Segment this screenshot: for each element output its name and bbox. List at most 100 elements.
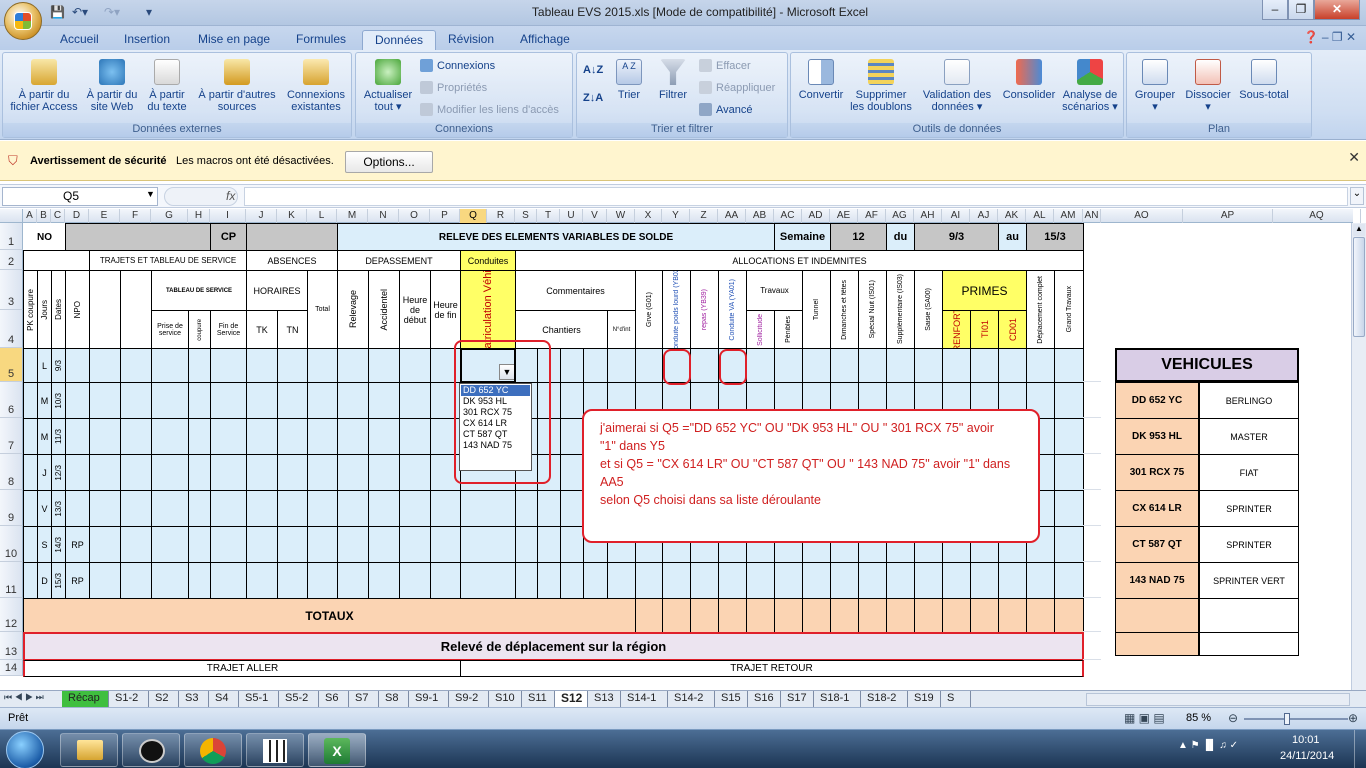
du-label[interactable]: du <box>886 223 915 251</box>
column-header[interactable]: AD <box>802 209 830 223</box>
row-header[interactable]: 9 <box>0 490 23 526</box>
data-cell[interactable] <box>635 562 663 599</box>
npo-cell[interactable]: RP <box>65 562 90 599</box>
remove-duplicates-button[interactable]: Supprimer les doublons <box>849 59 913 113</box>
jour-cell[interactable]: D <box>37 562 52 599</box>
npo-cell[interactable] <box>65 418 90 455</box>
data-cell[interactable] <box>246 454 278 491</box>
group-button[interactable]: Grouper ▾ <box>1129 59 1181 113</box>
data-cell[interactable] <box>188 454 211 491</box>
column-header[interactable]: AE <box>830 209 858 223</box>
data-cell[interactable] <box>277 348 308 383</box>
sheet-tab[interactable]: S14-1 <box>621 691 668 707</box>
data-cell[interactable] <box>120 418 152 455</box>
from-web-button[interactable]: À partir du site Web <box>83 59 141 113</box>
empty-cell[interactable] <box>1083 454 1101 490</box>
data-cell[interactable] <box>337 418 369 455</box>
sort-za-button[interactable]: Z↓A <box>583 89 603 107</box>
total-cell[interactable] <box>802 598 831 633</box>
data-cell[interactable] <box>830 348 859 383</box>
from-access-button[interactable]: À partir du fichier Access <box>7 59 81 113</box>
data-cell[interactable] <box>246 382 278 419</box>
data-cell[interactable] <box>120 348 152 383</box>
column-header[interactable]: AM <box>1054 209 1083 223</box>
name-box-dropdown-icon[interactable]: ▼ <box>146 189 155 199</box>
dropdown-option[interactable]: 143 NAD 75 <box>461 440 530 451</box>
grand-travaux[interactable]: Grand Travaux <box>1054 270 1084 349</box>
data-cell[interactable] <box>368 490 400 527</box>
tray-icons[interactable]: ▲ ⚑ ▐▌ ♫ ✓ <box>1178 740 1238 751</box>
immatriculation-header[interactable]: Immatriculation Véhicule <box>460 270 516 349</box>
immat-cell[interactable] <box>460 490 516 527</box>
zoom-thumb[interactable] <box>1284 713 1290 725</box>
data-cell[interactable] <box>307 562 338 599</box>
pk-cell[interactable] <box>23 454 38 491</box>
repas[interactable]: repas (YB39) <box>690 270 719 349</box>
supplementaire[interactable]: Supplémentaire (IS03) <box>886 270 915 349</box>
pk-cell[interactable] <box>23 418 38 455</box>
total-cell[interactable] <box>886 598 915 633</box>
vehicle-model[interactable]: FIAT <box>1199 454 1299 491</box>
dropdown-option[interactable]: 301 RCX 75 <box>461 407 530 418</box>
column-header[interactable]: G <box>151 209 188 223</box>
zoom-level[interactable]: 85 % <box>1186 712 1211 724</box>
data-cell[interactable] <box>830 562 859 599</box>
vehicle-model-empty[interactable] <box>1199 632 1299 656</box>
data-cell[interactable] <box>246 526 278 563</box>
data-cell[interactable] <box>277 418 308 455</box>
expand-formula-icon[interactable]: ⌄ <box>1350 187 1364 205</box>
data-cell[interactable] <box>120 454 152 491</box>
total-cell[interactable] <box>942 598 971 633</box>
total-cell[interactable] <box>690 598 719 633</box>
depassement-header[interactable]: DEPASSEMENT <box>337 250 461 271</box>
column-header[interactable]: W <box>607 209 635 223</box>
sheet-tab[interactable]: S9-1 <box>409 691 449 707</box>
row-header[interactable]: 2 <box>0 250 23 270</box>
data-cell[interactable] <box>337 348 369 383</box>
data-cell[interactable] <box>277 454 308 491</box>
zoom-in-icon[interactable]: ⊕ <box>1348 711 1358 725</box>
customize-qat-icon[interactable]: ▾ <box>146 4 152 20</box>
fin-service[interactable]: Fin de Service <box>210 310 247 349</box>
sheet-tab[interactable]: S3 <box>179 691 209 707</box>
data-cell[interactable] <box>307 490 338 527</box>
tk[interactable]: TK <box>246 310 278 349</box>
data-cell[interactable] <box>337 454 369 491</box>
vehicle-plate[interactable]: DD 652 YC <box>1115 382 1199 419</box>
row-header[interactable]: 1 <box>0 223 23 250</box>
column-header[interactable]: AO <box>1101 209 1183 223</box>
data-cell[interactable] <box>120 562 152 599</box>
nom-value[interactable] <box>65 223 211 251</box>
empty-cell[interactable] <box>1083 418 1101 454</box>
data-cell[interactable] <box>515 562 538 599</box>
data-cell[interactable] <box>1026 348 1055 383</box>
redo-icon[interactable]: ↷▾ <box>104 4 120 20</box>
data-cell[interactable] <box>337 490 369 527</box>
data-cell[interactable] <box>430 526 461 563</box>
total[interactable]: Total <box>307 270 338 349</box>
column-header[interactable]: Y <box>662 209 690 223</box>
column-header[interactable]: C <box>51 209 65 223</box>
date-cell[interactable]: 10/3 <box>51 382 66 419</box>
data-cell[interactable] <box>970 348 999 383</box>
dropdown-option[interactable]: DK 953 HL <box>461 396 530 407</box>
sheet-tab[interactable]: S5-1 <box>239 691 279 707</box>
data-cell[interactable] <box>1054 418 1084 455</box>
vehicle-plate[interactable]: DK 953 HL <box>1115 418 1199 455</box>
media-taskbar-icon[interactable] <box>122 733 180 767</box>
sheet-tab[interactable]: S11 <box>522 691 555 707</box>
data-cell[interactable] <box>560 382 584 419</box>
existing-connections-button[interactable]: Connexions existantes <box>283 59 349 113</box>
releve-title[interactable]: RELEVE DES ELEMENTS VARIABLES DE SOLDE <box>337 223 775 251</box>
data-cell[interactable] <box>583 348 608 383</box>
sheet-tab[interactable]: S8 <box>379 691 409 707</box>
totaux-label[interactable]: TOTAUX <box>23 598 636 633</box>
total-cell[interactable] <box>998 598 1027 633</box>
au-value[interactable]: 15/3 <box>1026 223 1084 251</box>
column-header[interactable]: P <box>430 209 460 223</box>
sollicitude[interactable]: Sollicitude <box>746 310 775 349</box>
data-cell[interactable] <box>774 562 803 599</box>
data-cell[interactable] <box>858 562 887 599</box>
total-cell[interactable] <box>1026 598 1055 633</box>
sheet-tab[interactable]: S13 <box>588 691 621 707</box>
